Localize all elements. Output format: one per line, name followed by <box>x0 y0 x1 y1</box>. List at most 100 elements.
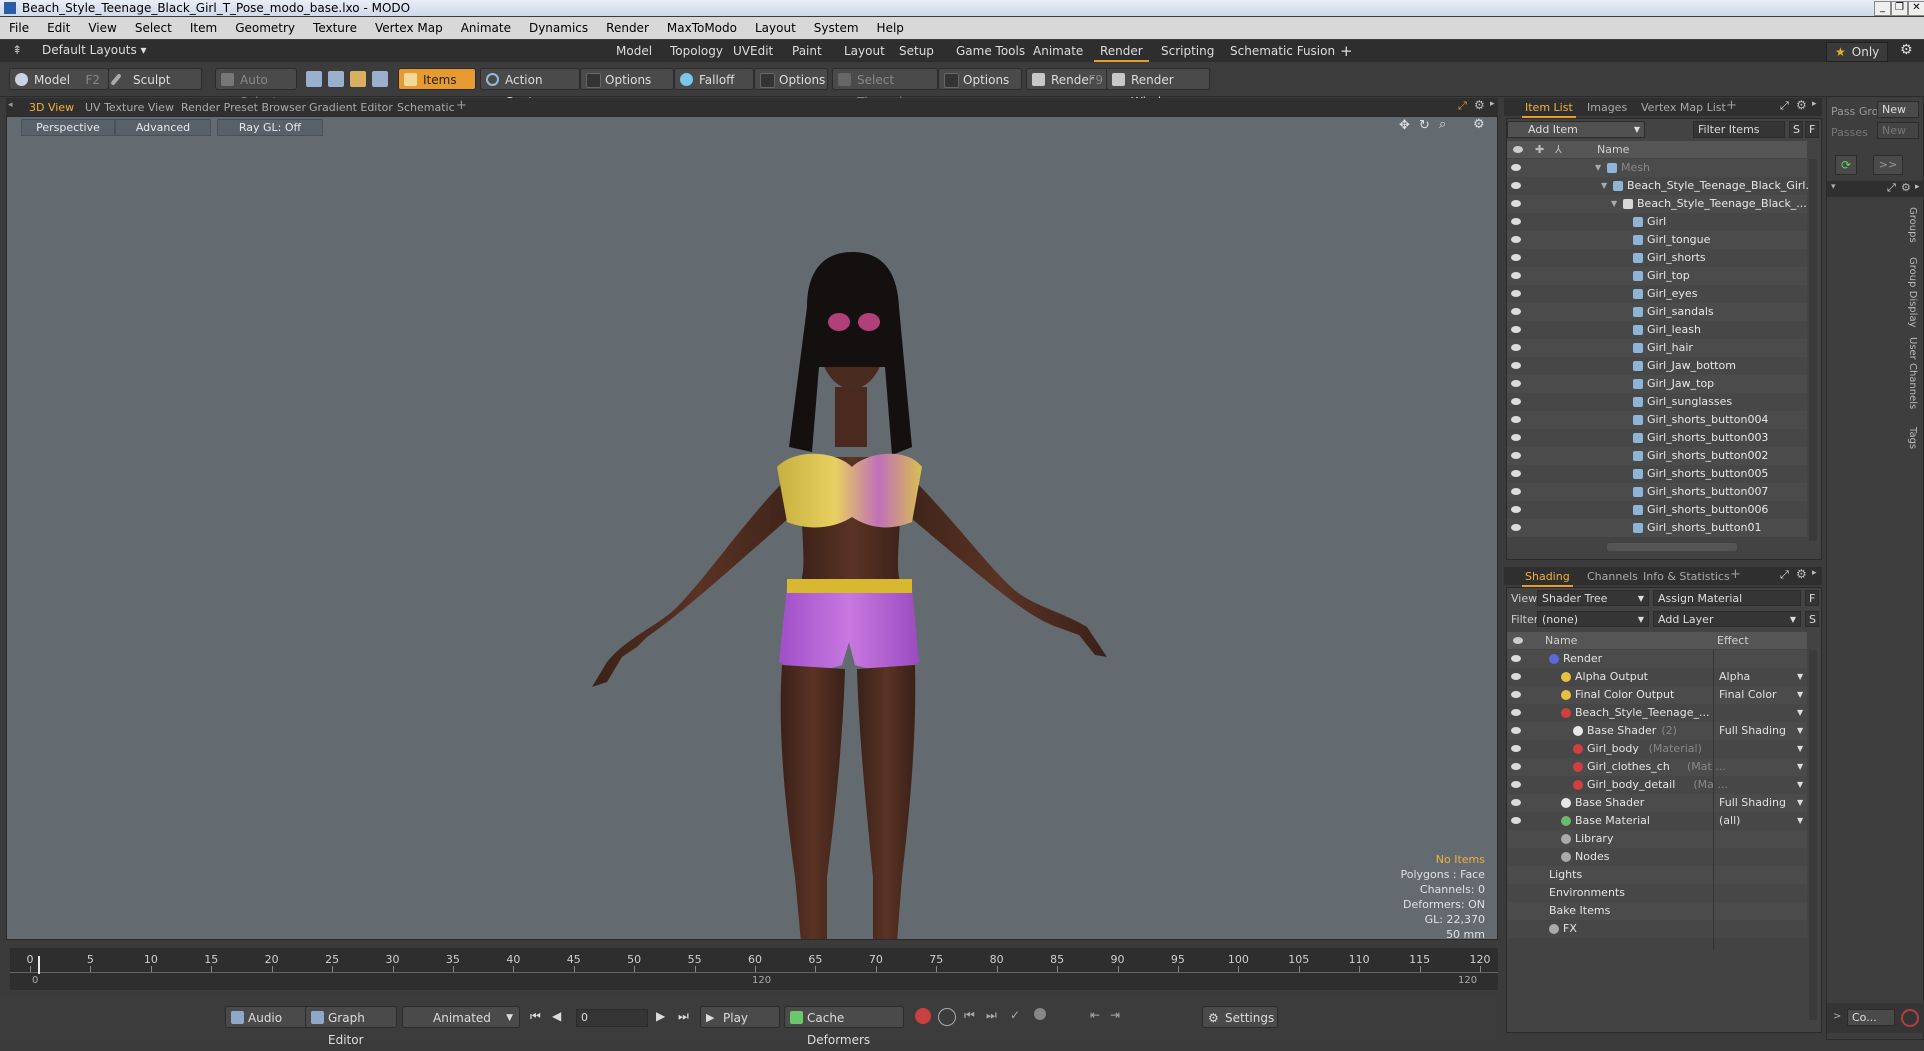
layout-tab-scripting[interactable]: Scripting <box>1155 42 1220 60</box>
auto-select-button[interactable]: Auto Select <box>215 68 297 109</box>
layout-tab-paint[interactable]: Paint <box>786 42 828 60</box>
edges-mode-icon[interactable] <box>328 71 344 87</box>
panel-gear-icon[interactable]: ⚙ <box>1901 181 1911 194</box>
layout-tab-model[interactable]: Model <box>610 42 658 60</box>
visibility-eye-icon[interactable] <box>1511 452 1521 459</box>
tab-channels[interactable]: Channels <box>1584 568 1641 585</box>
only-toggle[interactable]: ★ Only <box>1826 42 1888 62</box>
effect-dropdown-icon[interactable]: ▼ <box>1797 686 1803 704</box>
shader-row[interactable]: Base Material (all) ▼ <box>1507 812 1807 830</box>
select-through-button[interactable]: Select Through <box>832 68 938 109</box>
layout-tab-schematic-fusion[interactable]: Schematic Fusion <box>1224 42 1341 60</box>
maximize-panel-icon[interactable]: ⤢ <box>1780 568 1789 582</box>
default-layouts-dropdown[interactable]: Default Layouts ▾ <box>42 43 147 57</box>
panel-arrow-icon[interactable]: ▸ <box>1812 568 1817 578</box>
add-item-button[interactable]: Add Item ▼ <box>1507 121 1645 138</box>
visibility-eye-icon[interactable] <box>1511 200 1521 207</box>
add-layer-dropdown[interactable]: Add Layer ▼ <box>1653 611 1801 627</box>
effect-value[interactable]: Full Shading <box>1719 794 1786 812</box>
visibility-eye-icon[interactable] <box>1511 308 1521 315</box>
visibility-eye-icon[interactable] <box>1511 416 1521 423</box>
tab-uv-texture-view[interactable]: UV Texture View <box>82 99 177 116</box>
shader-row[interactable]: Final Color Output Final Color ▼ <box>1507 686 1807 704</box>
visibility-eye-icon[interactable] <box>1511 488 1521 495</box>
panel-menu-icon[interactable]: ◂ <box>8 100 13 110</box>
menu-system[interactable]: System <box>805 17 868 39</box>
item-row[interactable]: Girl_shorts_button007 <box>1507 483 1807 501</box>
add-tab-icon[interactable]: + <box>1726 98 1737 113</box>
minimize-icon[interactable]: _ <box>1874 1 1891 16</box>
sculpt-mode-button[interactable]: Sculpt <box>108 68 202 90</box>
timeline[interactable]: 0 120 120 0 5 10 15 20 25 30 35 40 45 50 55 60 65 70 75… <box>10 948 1498 990</box>
visibility-eye-icon[interactable] <box>1511 655 1521 662</box>
item-row[interactable]: Girl_shorts <box>1507 249 1807 267</box>
panel-arrow-icon[interactable]: ▸ <box>1490 99 1495 109</box>
visibility-eye-icon[interactable] <box>1511 524 1521 531</box>
shader-row[interactable]: Beach_Style_Teenage_... ▼ <box>1507 704 1807 722</box>
panel-menu-icon[interactable]: ▾ <box>1831 182 1836 192</box>
item-row[interactable]: Girl_shorts_button003 <box>1507 429 1807 447</box>
item-row[interactable]: Girl_hair <box>1507 339 1807 357</box>
effect-dropdown-icon[interactable]: ▼ <box>1797 812 1803 830</box>
add-layout-icon[interactable]: + <box>1340 42 1353 60</box>
restore-icon[interactable]: ❐ <box>1891 1 1908 16</box>
visibility-eye-icon[interactable] <box>1511 673 1521 680</box>
tab-render-preset-browser[interactable]: Render Preset Browser <box>178 99 309 116</box>
panel-gear-icon[interactable]: ⚙ <box>1796 98 1807 112</box>
visibility-eye-icon[interactable] <box>1511 326 1521 333</box>
shader-row[interactable]: Lights <box>1507 866 1807 884</box>
panel-gear-icon[interactable]: ⚙ <box>1474 98 1485 112</box>
effect-value[interactable]: Final Color <box>1719 686 1777 704</box>
effect-dropdown-icon[interactable]: ▼ <box>1797 740 1803 758</box>
item-row[interactable]: ▼ Mesh <box>1507 159 1807 177</box>
co-button[interactable]: Co... <box>1847 1009 1895 1026</box>
new-pass-button[interactable]: New <box>1877 122 1919 139</box>
step-forward-icon[interactable]: ▶ <box>656 1009 665 1023</box>
record-icon[interactable] <box>915 1008 931 1024</box>
falloff-options-button[interactable]: Options <box>754 68 828 90</box>
vertices-mode-icon[interactable] <box>306 71 322 87</box>
effect-dropdown-icon[interactable]: ▼ <box>1797 722 1803 740</box>
effect-dropdown-icon[interactable]: ▼ <box>1797 776 1803 794</box>
new-pass-group-button[interactable]: New <box>1877 101 1919 118</box>
shader-row[interactable]: Base Shader (2) Full Shading ▼ <box>1507 722 1807 740</box>
menu-select[interactable]: Select <box>126 17 181 39</box>
action-center-options-button[interactable]: Options <box>580 68 674 90</box>
menu-file[interactable]: File <box>0 17 38 39</box>
footer-arrow-icon[interactable]: > <box>1833 1011 1841 1022</box>
effect-dropdown-icon[interactable]: ▼ <box>1797 704 1803 722</box>
item-row[interactable]: Girl_shorts_button002 <box>1507 447 1807 465</box>
graph-editor-button[interactable]: Graph Editor <box>305 1006 397 1047</box>
shading-f-button[interactable]: F <box>1805 590 1819 606</box>
menu-animate[interactable]: Animate <box>452 17 520 39</box>
shader-row[interactable]: Nodes <box>1507 848 1807 866</box>
shader-row[interactable]: Environments <box>1507 884 1807 902</box>
effect-dropdown-icon[interactable]: ▼ <box>1797 758 1803 776</box>
effect-dropdown-icon[interactable]: ▼ <box>1797 794 1803 812</box>
materials-mode-icon[interactable] <box>372 71 388 87</box>
pin-icon[interactable]: ⇞ <box>12 43 22 57</box>
shader-row[interactable]: Alpha Output Alpha ▼ <box>1507 668 1807 686</box>
expand-arrow-icon[interactable]: ▼ <box>1611 195 1617 213</box>
shading-s-button[interactable]: S <box>1805 611 1819 627</box>
item-row[interactable]: ▼ Beach_Style_Teenage_Black_... <box>1507 195 1807 213</box>
visibility-eye-icon[interactable] <box>1511 745 1521 752</box>
tab-gradient-editor[interactable]: Gradient Editor <box>306 99 396 116</box>
item-f-button[interactable]: F <box>1805 121 1819 138</box>
expand-arrow-icon[interactable]: ▼ <box>1601 177 1607 195</box>
menu-help[interactable]: Help <box>868 17 913 39</box>
layout-tab-layout[interactable]: Layout <box>838 42 891 60</box>
expand-icon[interactable]: >> <box>1873 155 1903 175</box>
item-row[interactable]: Girl_tongue <box>1507 231 1807 249</box>
filter-items-field[interactable]: Filter Items <box>1693 121 1785 138</box>
visibility-eye-icon[interactable] <box>1511 272 1521 279</box>
audio-button[interactable]: Audio <box>225 1006 309 1028</box>
side-tab-group-display[interactable]: Group Display <box>1907 257 1918 327</box>
tab-vertex-map-list[interactable]: Vertex Map List <box>1638 99 1729 116</box>
visibility-eye-icon[interactable] <box>1511 236 1521 243</box>
visibility-eye-icon[interactable] <box>1511 691 1521 698</box>
menu-render[interactable]: Render <box>597 17 658 39</box>
layout-tab-topology[interactable]: Topology <box>664 42 729 60</box>
panel-arrow-icon[interactable]: ▸ <box>1915 182 1920 192</box>
character-model[interactable] <box>7 117 1497 939</box>
